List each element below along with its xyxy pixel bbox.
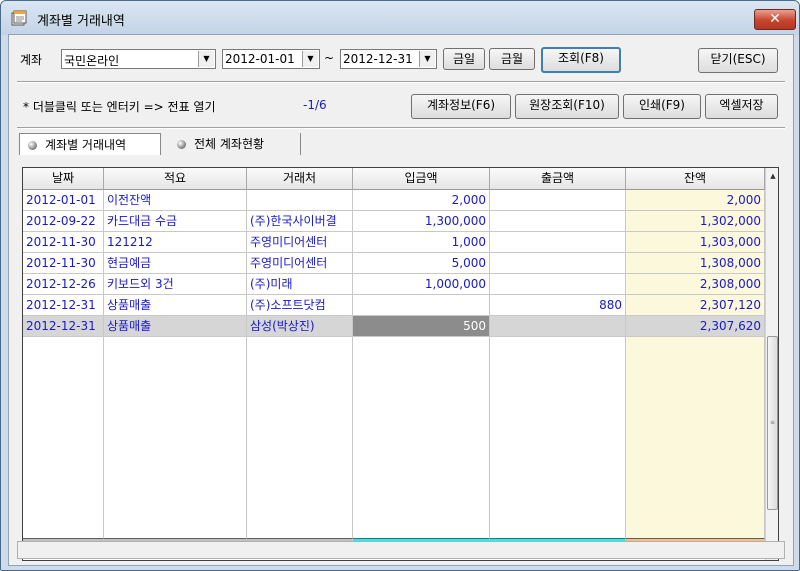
table-cell-vendor: 주영미디어센터 — [247, 253, 353, 274]
grid-column-line — [23, 337, 104, 538]
table-cell-memo: 카드대금 수금 — [104, 211, 247, 232]
table-cell-date: 2012-12-31 — [23, 295, 104, 316]
scroll-up-icon[interactable]: ▲ — [766, 168, 778, 184]
column-header[interactable]: 날짜 — [23, 168, 104, 190]
account-select[interactable]: 국민온라인 ▼ — [61, 49, 216, 69]
divider — [17, 127, 785, 129]
table-cell-memo: 이전잔액 — [104, 190, 247, 211]
table-cell-balance: 1,302,000 — [626, 211, 765, 232]
table-cell-date: 2012-11-30 — [23, 232, 104, 253]
table-cell-balance: 1,303,000 — [626, 232, 765, 253]
date-from-select[interactable]: 2012-01-01 ▼ — [222, 49, 320, 69]
search-button[interactable]: 조회(F8) — [541, 47, 621, 73]
table-cell-vendor: (주)미래 — [247, 274, 353, 295]
table-cell-in: 1,000,000 — [353, 274, 490, 295]
hint-text: * 더블클릭 또는 엔터키 => 전표 열기 — [23, 100, 216, 114]
chevron-down-icon[interactable]: ▼ — [419, 51, 435, 67]
print-button[interactable]: 인쇄(F9) — [623, 94, 701, 119]
table-cell-in: 2,000 — [353, 190, 490, 211]
grid-column-line — [104, 337, 247, 538]
table-cell-memo: 현금예금 — [104, 253, 247, 274]
date-range-tilde: ~ — [324, 51, 335, 65]
table-cell-memo: 키보드외 3건 — [104, 274, 247, 295]
table-cell-vendor: 주영미디어센터 — [247, 232, 353, 253]
column-header[interactable]: 잔액 — [626, 168, 765, 190]
excel-button[interactable]: 엑셀저장 — [705, 94, 778, 119]
tab-label: 계좌별 거래내역 — [45, 138, 127, 152]
tab-account-transactions[interactable]: 계좌별 거래내역 — [19, 133, 161, 155]
column-header[interactable]: 적요 — [104, 168, 247, 190]
date-to-value: 2012-12-31 — [343, 52, 413, 66]
page-indicator: -1/6 — [303, 98, 327, 112]
grid-column-line — [626, 337, 765, 538]
table-cell-memo: 121212 — [104, 232, 247, 253]
table-cell-date: 2012-09-22 — [23, 211, 104, 232]
table-cell-vendor: (주)소프트닷컴 — [247, 295, 353, 316]
table-cell-vendor — [247, 190, 353, 211]
grid-column-line — [247, 337, 353, 538]
account-label: 계좌 — [20, 53, 43, 67]
table-cell-date: 2012-12-31 — [23, 316, 104, 337]
table-cell-out — [490, 190, 626, 211]
grip-icon: ≡ — [770, 419, 776, 426]
this-month-button[interactable]: 금월 — [489, 48, 535, 70]
table-cell-date: 2012-11-30 — [23, 253, 104, 274]
close-button[interactable]: 닫기(ESC) — [698, 48, 778, 73]
ledger-button[interactable]: 원장조회(F10) — [515, 94, 619, 119]
divider — [17, 81, 785, 83]
table-cell-balance: 1,308,000 — [626, 253, 765, 274]
account-info-button[interactable]: 계좌정보(F6) — [411, 94, 511, 119]
tab-label: 전체 계좌현황 — [194, 137, 265, 151]
date-from-value: 2012-01-01 — [225, 52, 295, 66]
tab-all-accounts[interactable]: 전체 계좌현황 — [169, 133, 301, 155]
account-value: 국민온라인 — [64, 54, 120, 68]
table-cell-vendor: 삼성(박상진) — [247, 316, 353, 337]
table-cell-out: 880 — [490, 295, 626, 316]
table-cell-out — [490, 253, 626, 274]
table-cell-in: 1,000 — [353, 232, 490, 253]
chevron-down-icon[interactable]: ▼ — [198, 51, 214, 67]
date-to-select[interactable]: 2012-12-31 ▼ — [340, 49, 437, 69]
grid-column-line — [353, 337, 490, 538]
transaction-grid[interactable]: 날짜 적요 거래처 입금액 출금액 잔액 2012-01-01 이전잔액 2,000 2,000 2… — [22, 167, 779, 561]
table-cell-date: 2012-01-01 — [23, 190, 104, 211]
grid-column-line — [490, 337, 626, 538]
table-cell-memo: 상품매출 — [104, 316, 247, 337]
table-cell-in: 5,000 — [353, 253, 490, 274]
table-cell-balance: 2,000 — [626, 190, 765, 211]
status-bar — [17, 541, 785, 559]
table-cell-balance: 2,307,620 — [626, 316, 765, 337]
table-cell-in — [353, 295, 490, 316]
chevron-down-icon[interactable]: ▼ — [302, 51, 318, 67]
table-cell-out — [490, 274, 626, 295]
vertical-scrollbar[interactable]: ▲ ≡ ▼ — [765, 168, 778, 560]
column-header[interactable]: 출금액 — [490, 168, 626, 190]
table-cell-memo: 상품매출 — [104, 295, 247, 316]
today-button[interactable]: 금일 — [443, 48, 485, 70]
radio-selected-icon — [28, 141, 37, 150]
column-header[interactable]: 거래처 — [247, 168, 353, 190]
table-cell-balance: 2,308,000 — [626, 274, 765, 295]
client-area: 계좌 국민온라인 ▼ 2012-01-01 ▼ ~ 2012-12-31 ▼ 금… — [8, 34, 794, 566]
table-cell-in: 1,300,000 — [353, 211, 490, 232]
window-title: 계좌별 거래내역 — [37, 14, 125, 29]
table-cell-in: 500 — [353, 316, 490, 337]
ledger-window: 계좌별 거래내역 ✕ 계좌 국민온라인 ▼ 2012-01-01 ▼ ~ 201… — [0, 0, 800, 571]
table-cell-vendor: (주)한국사이버결 — [247, 211, 353, 232]
ledger-icon — [11, 10, 27, 26]
table-cell-out — [490, 316, 626, 337]
table-cell-date: 2012-12-26 — [23, 274, 104, 295]
column-header[interactable]: 입금액 — [353, 168, 490, 190]
table-cell-out — [490, 211, 626, 232]
title-bar: 계좌별 거래내역 ✕ — [1, 1, 799, 35]
table-cell-out — [490, 232, 626, 253]
radio-icon — [177, 140, 186, 149]
scroll-thumb[interactable]: ≡ — [767, 336, 778, 510]
table-cell-balance: 2,307,120 — [626, 295, 765, 316]
close-icon[interactable]: ✕ — [754, 9, 796, 30]
